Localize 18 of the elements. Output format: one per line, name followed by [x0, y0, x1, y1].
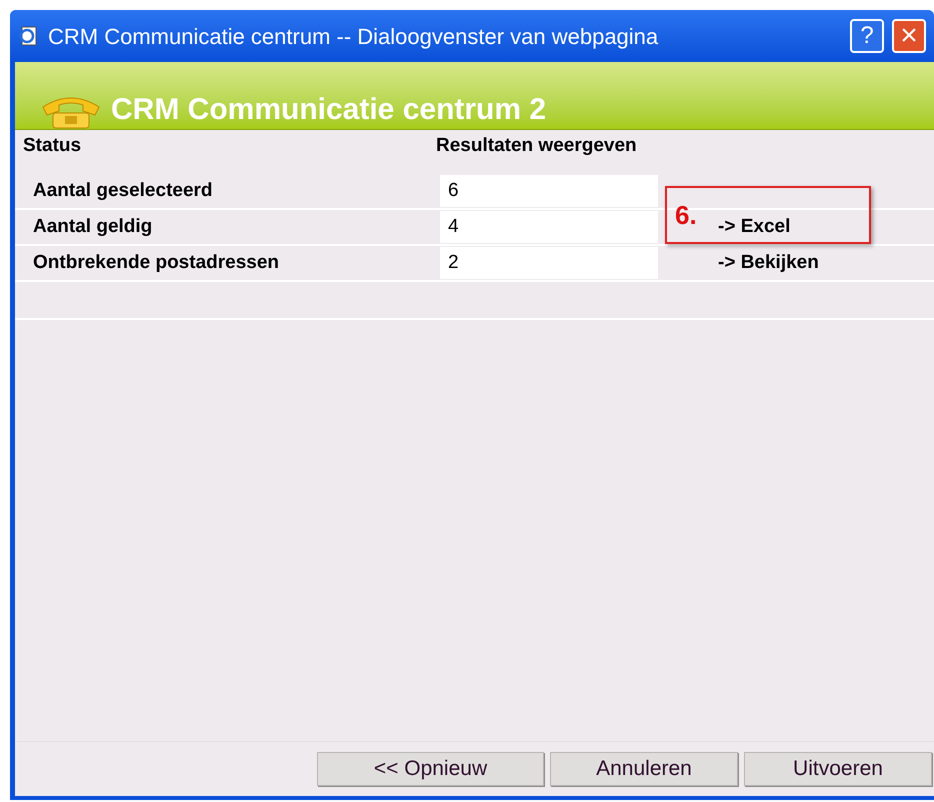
value-field[interactable]: 4	[440, 211, 658, 243]
close-button[interactable]: ×	[892, 19, 926, 53]
dialog-button[interactable]: << Opnieuw	[317, 752, 544, 786]
link[interactable]: -> Excel	[718, 212, 790, 242]
dialog-button[interactable]: Annuleren	[550, 752, 738, 786]
dialog-button[interactable]: Uitvoeren	[744, 752, 932, 786]
field-label: Aantal geselecteerd	[32, 178, 214, 203]
window-title: CRM Communicatie centrum -- Dialoogvenster van webpagina	[48, 22, 660, 51]
value-field[interactable]: 2	[440, 247, 658, 279]
field-label: Aantal geldig	[32, 214, 154, 239]
column-header: Resultaten weergeven	[435, 134, 637, 158]
field-label: Ontbrekende postadressen	[32, 250, 280, 275]
value-field[interactable]: 6	[440, 175, 658, 207]
column-header: Status	[22, 134, 82, 158]
link[interactable]: -> Bekijken	[718, 248, 819, 278]
annotation-number: 6.	[675, 198, 697, 232]
dialog-heading: CRM Communicatie centrum 2	[111, 95, 546, 128]
help-button[interactable]: ?	[850, 19, 884, 53]
